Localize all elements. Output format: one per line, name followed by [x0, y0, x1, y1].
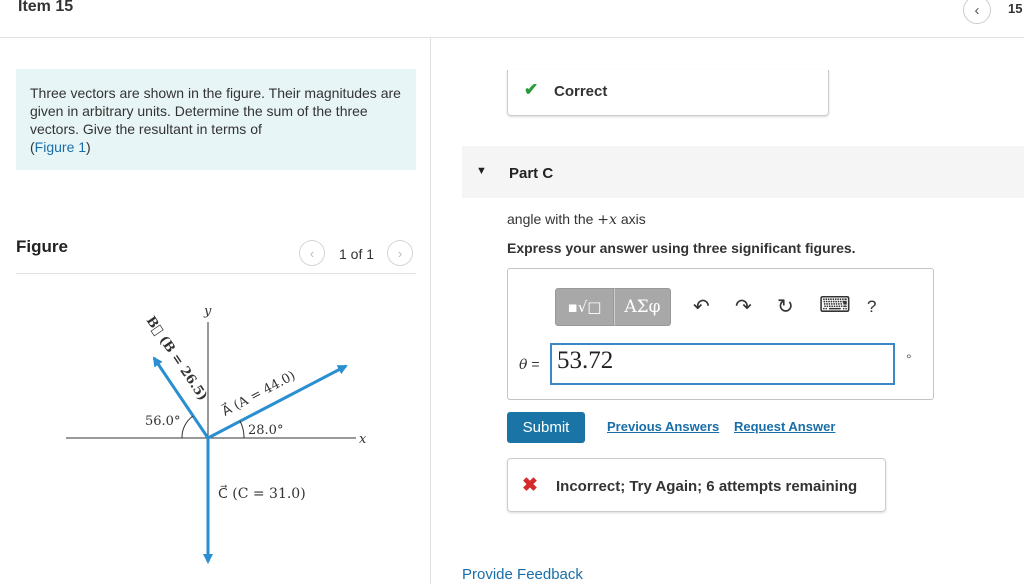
column-divider — [430, 38, 431, 584]
reset-icon[interactable]: ↻ — [777, 294, 794, 319]
submit-button[interactable]: Submit — [507, 412, 585, 443]
redo-icon[interactable]: ↷ — [735, 294, 752, 319]
keyboard-icon[interactable]: ⌨ — [819, 292, 851, 318]
undo-icon[interactable]: ↶ — [693, 294, 710, 319]
unit-label: ° — [906, 351, 912, 367]
angle-arc-b — [181, 415, 194, 439]
equals-sign: = — [531, 356, 540, 372]
y-axis-label: y — [203, 304, 212, 319]
angle-a-label: 28.0° — [248, 423, 283, 438]
item-title: Item 15 — [18, 0, 74, 15]
help-icon[interactable]: ? — [867, 297, 876, 317]
chevron-left-icon: ‹ — [974, 1, 980, 19]
figure-heading: Figure — [16, 237, 68, 256]
vector-diagram: x y B⃗ (B = 26.5) A⃗ (A = 44.0) C⃗ (C = … — [66, 304, 367, 564]
answer-input[interactable]: 53.72 — [550, 343, 895, 385]
question-math: +x — [597, 212, 617, 228]
request-answer-link[interactable]: Request Answer — [734, 419, 835, 434]
problem-statement: Three vectors are shown in the figure. T… — [16, 69, 416, 170]
vector-c-label: C⃗ (C = 31.0) — [218, 484, 306, 502]
correct-status: Correct — [554, 83, 608, 100]
item-number: 15 — [1008, 1, 1023, 16]
paren-close: ) — [86, 139, 91, 155]
angle-b-label: 56.0° — [145, 414, 180, 429]
previous-answers-link[interactable]: Previous Answers — [607, 419, 719, 434]
symbols-button[interactable]: ΑΣφ — [614, 288, 671, 326]
part-title[interactable]: Part C — [509, 165, 553, 182]
figure-prev-button[interactable]: ‹ — [299, 240, 325, 266]
answer-instructions: Express your answer using three signific… — [507, 240, 856, 256]
figure-next-button[interactable]: › — [387, 240, 413, 266]
previous-item-button[interactable]: ‹ — [963, 0, 991, 24]
figure-link[interactable]: Figure 1 — [35, 139, 86, 155]
answer-variable-label: θ = — [519, 356, 540, 373]
chevron-left-icon: ‹ — [309, 245, 315, 261]
templates-button[interactable]: ▪√□ — [555, 288, 614, 326]
provide-feedback-link[interactable]: Provide Feedback — [462, 566, 583, 583]
incorrect-x-icon: ✖ — [522, 475, 538, 496]
x-axis-label: x — [359, 432, 367, 447]
question-text: angle with the +x axis — [507, 211, 646, 228]
figure-counter: 1 of 1 — [339, 246, 375, 262]
theta-symbol: θ — [519, 357, 528, 373]
question-suffix: axis — [620, 211, 646, 227]
header-divider — [0, 37, 1024, 38]
feedback-text: Incorrect; Try Again; 6 attempts remaini… — [556, 478, 858, 495]
figure-divider — [16, 273, 416, 274]
caret-down-icon[interactable]: ▼ — [476, 165, 487, 177]
problem-text: Three vectors are shown in the figure. T… — [30, 85, 401, 137]
question-prefix: angle with the — [507, 211, 594, 227]
checkmark-icon: ✔ — [524, 80, 539, 99]
angle-arc-a — [239, 420, 245, 439]
chevron-right-icon: › — [397, 245, 403, 261]
math-toolbar: ▪√□ ΑΣφ — [555, 288, 671, 326]
